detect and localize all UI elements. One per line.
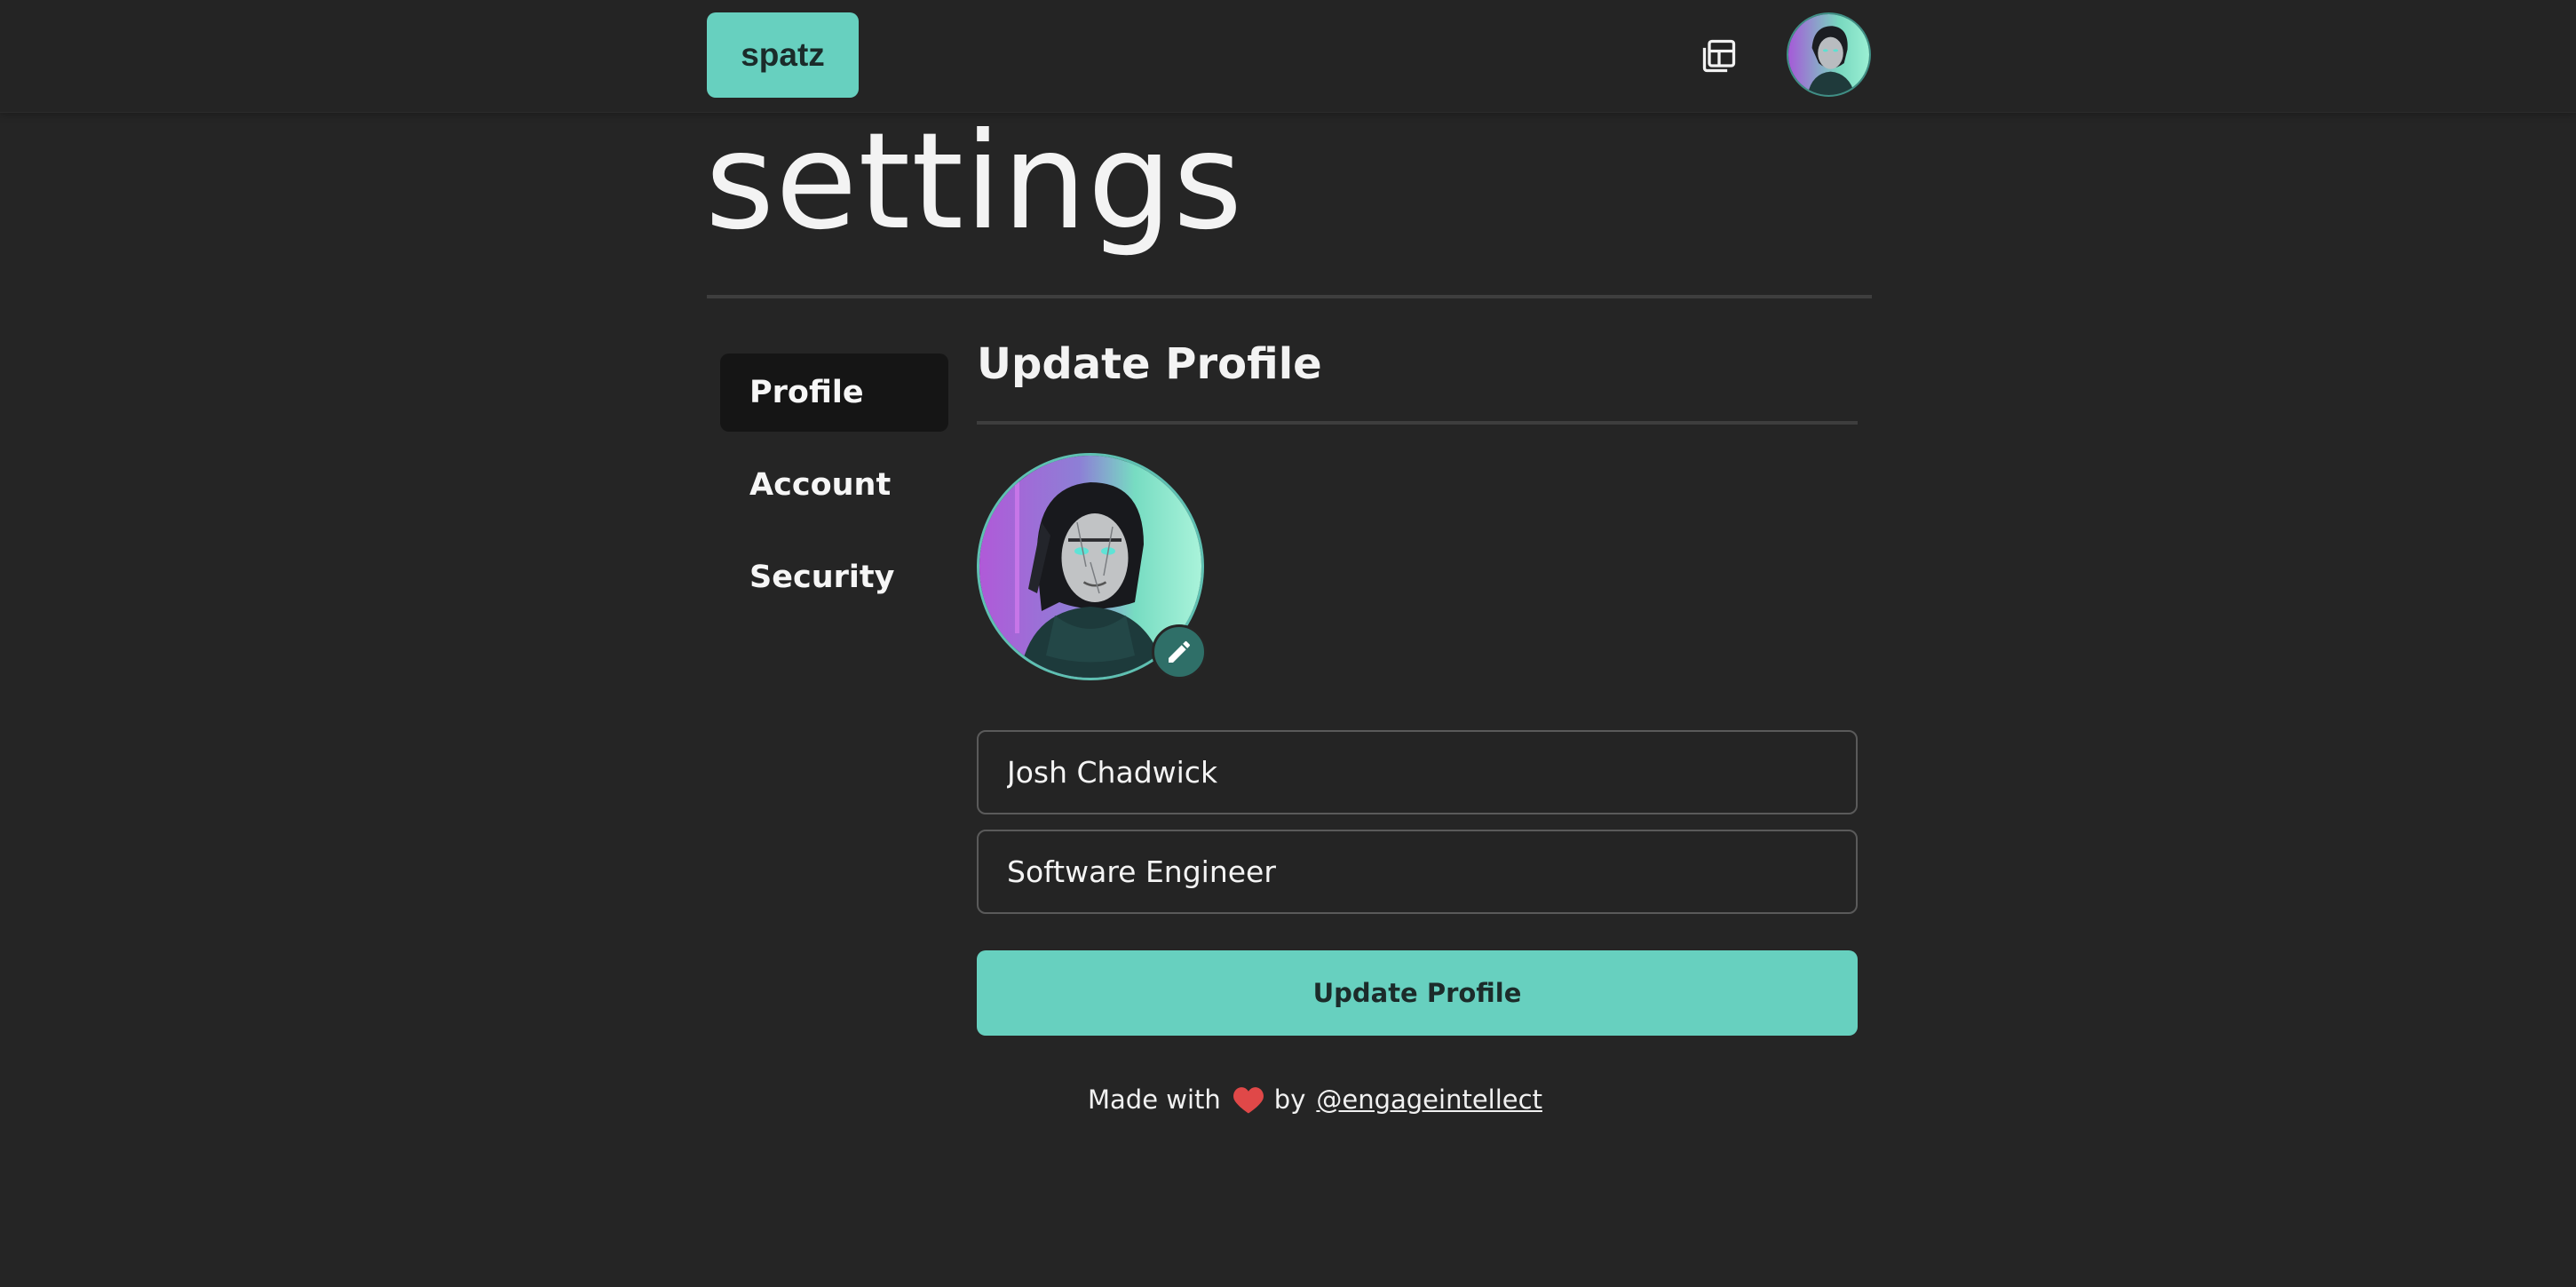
section-divider (977, 421, 1858, 425)
sidebar-item-security[interactable]: Security (720, 538, 948, 616)
user-avatar[interactable] (1787, 12, 1871, 97)
footer-by: by (1273, 1084, 1306, 1115)
page-title: settings (705, 105, 1244, 259)
window-stack-icon[interactable] (1697, 34, 1741, 78)
update-profile-button[interactable]: Update Profile (977, 950, 1858, 1036)
sidebar-item-label: Profile (749, 375, 864, 410)
name-field[interactable] (977, 730, 1858, 814)
section-title: Update Profile (977, 339, 1322, 389)
job-title-field[interactable] (977, 830, 1858, 914)
sidebar-item-profile[interactable]: Profile (720, 354, 948, 432)
footer-author-link[interactable]: @engageintellect (1316, 1084, 1542, 1115)
heart-icon (1232, 1084, 1265, 1115)
footer-made-with: Made with (1088, 1084, 1221, 1115)
logo-button[interactable]: spatz (707, 12, 859, 98)
sidebar-item-account[interactable]: Account (720, 446, 948, 524)
pencil-icon (1165, 638, 1193, 666)
edit-avatar-button[interactable] (1152, 624, 1207, 679)
sidebar-item-label: Security (749, 560, 895, 595)
footer: Made with by @engageintellect (1088, 1084, 1542, 1115)
sidebar-item-label: Account (749, 467, 892, 503)
top-navbar: spatz (0, 0, 2576, 113)
title-divider (707, 295, 1872, 298)
